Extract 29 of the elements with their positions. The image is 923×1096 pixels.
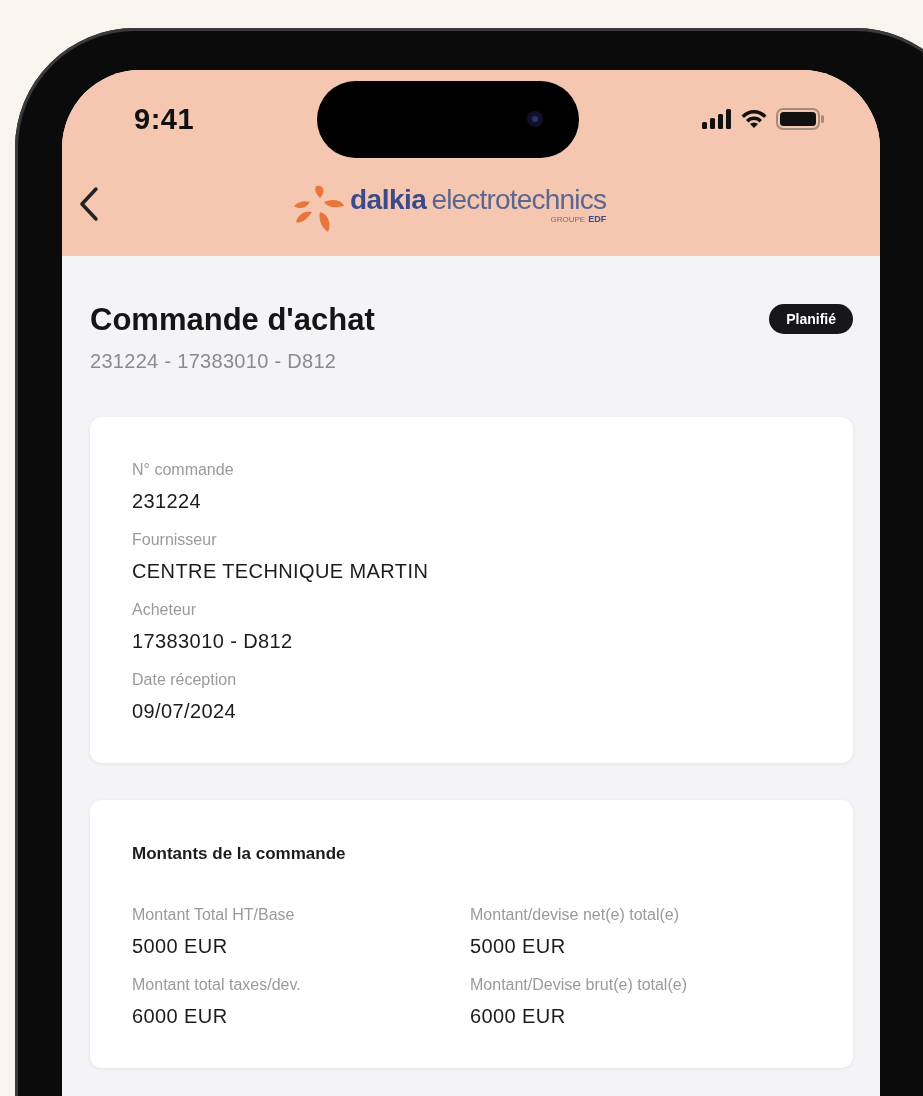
logo-brand: dalkia [350,184,427,216]
field-label: N° commande [132,461,235,479]
field-label: Acheteur [132,601,198,619]
amount-label: Montant/devise net(e) total(e) [470,906,680,924]
amount-value: 6000 EUR [132,1005,229,1028]
page-title: Commande d'achat [90,302,375,338]
amount-label: Montant total taxes/dev. [132,976,302,994]
field-label: Fournisseur [132,531,218,549]
camera-icon [527,111,543,127]
amount-value: 5000 EUR [132,935,229,958]
field-value: 231224 [132,490,203,513]
amount-label: Montant/Devise brut(e) total(e) [470,976,688,994]
field-value: 09/07/2024 [132,700,238,723]
field-label: Date réception [132,671,238,689]
field-value: 17383010 - D812 [132,630,294,653]
amount-value: 5000 EUR [470,935,567,958]
amount-label: Montant Total HT/Base [132,906,296,924]
order-reference: 231224 - 17383010 - D812 [90,350,338,373]
wifi-icon [740,109,768,129]
battery-icon [776,108,824,130]
status-time: 9:41 [134,102,195,136]
logo-group: GROUPE EDF [550,214,607,224]
logo-icon [294,184,346,234]
signal-icon [702,109,732,129]
logo-suffix: electrotechnics [431,184,607,216]
amount-value: 6000 EUR [470,1005,567,1028]
field-value: CENTRE TECHNIQUE MARTIN [132,560,430,583]
status-badge: Planifié [769,304,853,334]
card-title: Montants de la commande [132,844,347,864]
